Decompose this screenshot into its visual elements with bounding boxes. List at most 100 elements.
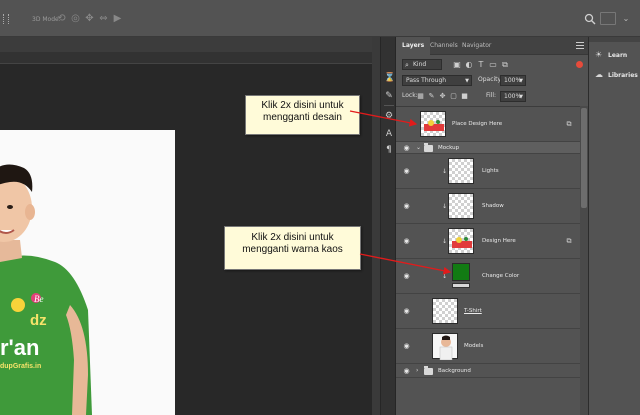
video-camera-icon[interactable]: ▶ [112,13,123,24]
chevron-down-icon[interactable]: ⌄ [620,12,632,25]
layer-row-change-color[interactable]: ◉ ↓ Change Color [396,259,580,294]
smart-object-filter-icon[interactable]: ⧉ [500,59,510,70]
layer-name: Shadow [482,203,504,209]
brush-settings-icon[interactable]: ✎ [384,91,394,101]
panel-menu-icon[interactable] [576,42,584,49]
clipping-mask-icon: ↓ [442,203,448,210]
layer-name: Background [438,368,471,374]
lock-transparent-icon[interactable]: ▦ [416,91,425,102]
properties-icon[interactable]: ⚙ [384,111,394,121]
kind-filter-label: Kind [413,61,427,68]
smart-object-icon: ⧉ [566,120,572,128]
clipping-mask-icon: ↓ [442,168,448,175]
eye-icon[interactable]: ◉ [402,273,411,280]
lock-row: Lock: ▦ ✎ ✥ ▢ ■ Fill: 100% ▼ [400,91,584,103]
clipping-mask-icon: ↓ [442,238,448,245]
history-icon[interactable]: ⌛ [384,73,395,83]
layer-row-place-design[interactable]: Place Design Here ⧉ [396,107,580,142]
libraries-cloud-icon: ☁ [595,70,603,79]
chevron-down-icon[interactable]: ⌄ [416,144,421,151]
layer-name: Place Design Here [452,121,503,127]
chevron-down-icon: ▼ [519,94,523,100]
paragraph-icon[interactable]: ¶ [384,145,394,155]
adjustment-filter-icon[interactable]: ◐ [464,59,474,70]
character-icon[interactable]: A [384,129,394,139]
roll-3d-icon[interactable]: ◎ [70,13,81,24]
shirt-print-ran: r'an [0,335,39,360]
layer-row-lights[interactable]: ◉ ↓ Lights [396,154,580,189]
libraries-label: Libraries [608,72,638,79]
shirt-print-url: dupGrafis.in [0,363,41,370]
document-canvas[interactable]: Be dz r'an dupGrafis.in [0,130,175,415]
learn-label: Learn [608,52,628,59]
blend-mode-value: Pass Through [406,77,447,84]
eye-icon[interactable]: ◉ [402,203,411,210]
layer-thumbnail [448,193,474,219]
eye-icon[interactable]: ◉ [402,368,411,375]
workspace-icon[interactable] [600,12,616,25]
annotation-design: Klik 2x disini untuk mengganti desain [245,95,360,135]
search-icon[interactable] [584,13,596,25]
libraries-button[interactable]: ☁ Libraries [595,69,638,81]
layer-name: Design Here [482,238,516,244]
shape-filter-icon[interactable]: ▭ [488,59,498,70]
fill-label: Fill: [486,92,497,99]
layer-thumbnail [432,298,458,324]
lock-artboard-icon[interactable]: ▢ [449,91,458,102]
lock-position-icon[interactable]: ✥ [438,91,447,102]
scrollbar-thumb[interactable] [581,108,587,208]
layer-thumbnail [448,158,474,184]
horizontal-ruler [0,52,372,64]
layer-row-background-group[interactable]: ◉ › Background [396,364,580,378]
drag-3d-icon[interactable]: ✥ [84,13,95,24]
layer-row-models[interactable]: ◉ Models [396,329,580,364]
chevron-down-icon: ▼ [465,78,469,84]
annotation-color: Klik 2x disini untuk mengganti warna kao… [224,226,361,270]
smart-object-icon: ⧉ [566,237,572,245]
tab-navigator[interactable]: Navigator [456,37,497,55]
eye-icon[interactable]: ◉ [402,308,411,315]
panel-collapse-strip[interactable] [372,37,380,415]
clipping-mask-icon: ↓ [442,273,448,280]
layer-name: Models [464,343,484,349]
filter-toggle-icon[interactable] [576,61,583,68]
right-collapsed-panel: ☀ Learn ☁ Libraries [588,37,640,415]
opacity-input[interactable]: 100% ▼ [500,75,526,86]
eye-icon[interactable]: ◉ [402,343,411,350]
eye-icon[interactable]: ◉ [402,168,411,175]
opacity-label: Opacity: [478,76,503,83]
layer-row-mockup-group[interactable]: ◉ ⌄ Mockup [396,142,580,154]
layer-row-shadow[interactable]: ◉ ↓ Shadow [396,189,580,224]
layer-thumbnail [448,228,474,254]
type-filter-icon[interactable]: T [476,59,486,70]
blend-mode-select[interactable]: Pass Through ▼ [402,75,472,86]
kind-filter-select[interactable]: ⌕ Kind [402,59,442,70]
layer-name: Lights [482,168,499,174]
folder-icon [424,366,433,375]
chevron-down-icon: ▼ [519,78,523,84]
rotate-3d-icon[interactable]: ⟲ [56,13,67,24]
layers-scrollbar[interactable] [580,106,588,415]
layers-panel: Layers Channels Navigator ⌕ Kind ▣ ◐ T ▭… [396,37,588,415]
shirt-print-be: Be [34,294,44,304]
options-bar-grip[interactable] [3,14,9,24]
slide-3d-icon[interactable]: ⇔ [98,13,109,24]
document-tab-bar [0,37,372,52]
layer-row-tshirt[interactable]: ◉ T-Shirt [396,294,580,329]
eye-icon[interactable]: ◉ [402,145,411,152]
fill-input[interactable]: 100% ▼ [500,91,526,102]
eye-icon[interactable]: ◉ [402,238,411,245]
layer-mask-thumbnail [452,283,470,288]
shirt-print-dz: dz [30,312,47,329]
lightbulb-icon: ☀ [595,50,603,59]
chevron-right-icon[interactable]: › [416,367,418,374]
side-divider [384,105,394,106]
panel-header-grip[interactable] [589,37,640,42]
lock-image-icon[interactable]: ✎ [427,91,436,102]
lock-all-icon[interactable]: ■ [460,91,469,102]
search-icon: ⌕ [405,61,409,69]
image-filter-icon[interactable]: ▣ [452,59,462,70]
color-fill-swatch[interactable] [452,263,470,281]
learn-button[interactable]: ☀ Learn [595,49,627,61]
layer-row-design-here[interactable]: ◉ ↓ Design Here ⧉ [396,224,580,259]
